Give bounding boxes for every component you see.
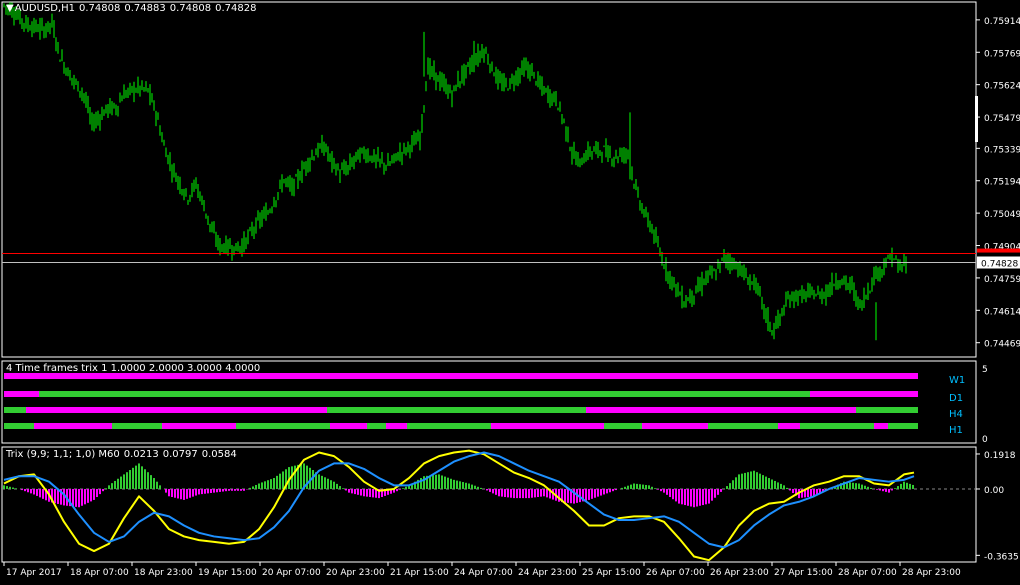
tf-label-h1: H1 <box>949 425 963 436</box>
price-level-lines <box>2 253 976 263</box>
timeframe-bars <box>4 373 918 429</box>
tf-panel-title: 4 Time frames trix 1 1.0000 2.0000 3.000… <box>6 363 261 374</box>
price-panel-title: ▼AUDUSD,H1 0.74808 0.74883 0.74808 0.74828 <box>6 3 260 15</box>
time-tick-label: 24 Apr 07:00 <box>454 568 513 578</box>
timeframe-labels: W1 D1 H4 H1 <box>949 375 965 436</box>
tf-axis-label: 0 <box>982 435 988 445</box>
tf-segment-h4 <box>856 407 918 413</box>
price-axis: 0.75914 0.75769 0.75624 0.75479 0.75339 0.751… <box>976 17 1020 350</box>
time-tick-label: 17 Apr 2017 <box>6 568 62 578</box>
time-tick-label: 25 Apr 15:00 <box>582 568 641 578</box>
price-tick-label: 0.75339 <box>984 145 1020 155</box>
tf-segment-h1 <box>604 423 642 429</box>
trix-tick-label: 0.1918 <box>984 451 1016 461</box>
tf-segment-h4 <box>4 407 26 413</box>
price-tick-label: 0.74469 <box>984 340 1020 350</box>
trix-axis: 0.1918 0.00 -0.3635 <box>976 451 1019 562</box>
tf-segment-h1 <box>888 423 918 429</box>
tf-segment-h1 <box>162 423 236 429</box>
time-tick-label: 27 Apr 15:00 <box>774 568 833 578</box>
time-axis: 17 Apr 2017 18 Apr 07:00 18 Apr 23:00 19 Ap… <box>3 562 961 578</box>
tf-segment-h4 <box>586 407 856 413</box>
price-tick-label: 0.74614 <box>984 307 1020 317</box>
trix-value-2: 0.0797 <box>162 449 198 460</box>
tf-segment-h1 <box>386 423 407 429</box>
time-tick-label: 20 Apr 07:00 <box>262 568 321 578</box>
tf-segment-h1 <box>407 423 491 429</box>
ask-price-marker <box>977 248 1020 253</box>
tf-segment-h1 <box>330 423 367 429</box>
time-tick-label: 18 Apr 07:00 <box>70 568 129 578</box>
time-tick-label: 18 Apr 23:00 <box>134 568 193 578</box>
trix-signal-line <box>3 451 915 549</box>
tf-segment-h1 <box>642 423 708 429</box>
time-tick-label: 20 Apr 23:00 <box>326 568 385 578</box>
tf-segment-h4 <box>327 407 586 413</box>
time-tick-label: 28 Apr 07:00 <box>838 568 897 578</box>
current-price-label: 0.74828 <box>981 259 1018 269</box>
mt4-chart-window[interactable]: 0.75914 0.75769 0.75624 0.75479 0.75339 0.751… <box>0 0 1020 581</box>
tf-segment-h4 <box>26 407 327 413</box>
time-tick-label: 28 Apr 23:00 <box>902 568 961 578</box>
time-tick-label: 26 Apr 07:00 <box>646 568 705 578</box>
trix-histogram <box>2 463 976 508</box>
price-tick-label: 0.75194 <box>984 178 1020 188</box>
ohlc-high: 0.74883 <box>124 3 166 14</box>
tf-segment-h1 <box>874 423 888 429</box>
time-tick-label: 24 Apr 23:00 <box>518 568 577 578</box>
scroll-position-marker <box>975 96 978 142</box>
tf-axis-label: 5 <box>982 365 988 375</box>
tf-segment-h1 <box>4 423 34 429</box>
ohlc-close: 0.74828 <box>215 3 257 14</box>
timeframe-axis: 50 <box>982 365 988 445</box>
price-tick-label: 0.75049 <box>984 210 1020 220</box>
tf-label-w1: W1 <box>949 375 965 386</box>
ohlc-low: 0.74808 <box>169 3 212 14</box>
tf-segment-h1 <box>236 423 330 429</box>
price-tick-label: 0.74759 <box>984 275 1020 285</box>
dropdown-arrow-icon[interactable]: ▼ <box>6 3 14 14</box>
price-tick-label: 0.75769 <box>984 49 1020 59</box>
price-tick-label: 0.75479 <box>984 114 1020 124</box>
trix-value-3: 0.0584 <box>201 449 237 460</box>
price-tick-label: 0.75624 <box>984 82 1020 92</box>
trix-main-line <box>3 449 915 562</box>
time-tick-label: 21 Apr 15:00 <box>390 568 449 578</box>
tf-label-h4: H4 <box>949 409 963 420</box>
tf-segment-h1 <box>708 423 778 429</box>
tf-segment-h1 <box>112 423 162 429</box>
price-panel-frame <box>1 1 977 358</box>
tf-segment-h1 <box>800 423 874 429</box>
tf-label-d1: D1 <box>949 393 963 404</box>
ohlc-open: 0.74808 <box>79 3 121 14</box>
price-candles <box>3 2 907 341</box>
time-tick-label: 19 Apr 15:00 <box>198 568 257 578</box>
tf-segment-h1 <box>491 423 604 429</box>
symbol-label: AUDUSD,H1 <box>14 3 75 14</box>
tf-segment-h1 <box>367 423 386 429</box>
tf-segment-h1 <box>34 423 112 429</box>
chart-canvas[interactable]: 0.75914 0.75769 0.75624 0.75479 0.75339 0.751… <box>0 0 1020 581</box>
trix-value-1: 0.0213 <box>123 449 159 460</box>
tf-segment-d1 <box>810 391 918 397</box>
time-tick-label: 26 Apr 23:00 <box>710 568 769 578</box>
trix-panel-title: Trix (9,9; 1,1; 1,0) M60 0.0213 0.0797 0.05… <box>6 449 241 461</box>
trix-tick-label: 0.00 <box>984 486 1004 496</box>
trix-tick-label: -0.3635 <box>984 552 1019 562</box>
tf-segment-d1 <box>4 391 39 397</box>
tf-segment-h1 <box>778 423 800 429</box>
trix-lines <box>3 449 915 562</box>
trix-name: Trix (9,9; 1,1; 1,0) M60 <box>6 449 120 460</box>
tf-segment-d1 <box>39 391 810 397</box>
price-tick-label: 0.75914 <box>984 17 1020 27</box>
